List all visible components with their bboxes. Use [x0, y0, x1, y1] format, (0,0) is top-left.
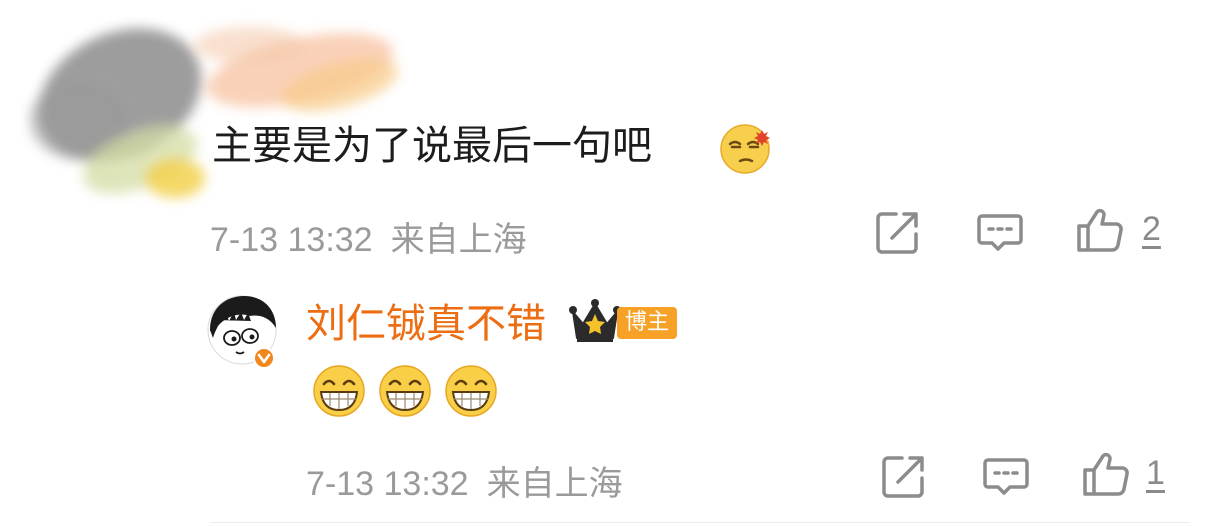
- reply-meta: 7-13 13:32 来自上海: [306, 456, 623, 505]
- censored-avatar-scribble: [30, 27, 399, 198]
- grin-emoji: [313, 365, 365, 417]
- share-button[interactable]: [874, 208, 922, 256]
- comment-timestamp: 7-13 13:32: [210, 221, 373, 259]
- grin-emoji: [445, 365, 497, 417]
- crown-icon: [569, 299, 621, 342]
- like-button[interactable]: [1076, 206, 1124, 254]
- thumbs-up-icon: [1083, 452, 1129, 496]
- reply-share-button[interactable]: [880, 452, 928, 500]
- comment-button[interactable]: [976, 208, 1024, 256]
- share-icon: [882, 456, 924, 498]
- reply-comment-button[interactable]: [982, 452, 1030, 500]
- author-badge: 博主: [617, 307, 678, 339]
- comment-icon: [977, 214, 1023, 251]
- like-count[interactable]: 2: [1142, 210, 1161, 249]
- reply-username[interactable]: 刘仁铖真不错: [306, 296, 546, 352]
- reply-location: 来自上海: [486, 465, 623, 503]
- reply-like-button[interactable]: [1082, 450, 1130, 498]
- grin-emoji: [379, 365, 431, 417]
- share-icon: [876, 212, 918, 254]
- comment-meta: 7-13 13:32 来自上海: [210, 212, 527, 261]
- reply-timestamp: 7-13 13:32: [306, 465, 469, 503]
- comment-icon: [983, 458, 1029, 495]
- divider: [210, 522, 1190, 523]
- avatar[interactable]: [206, 294, 282, 370]
- thumbs-up-icon: [1077, 208, 1123, 252]
- comment-location: 来自上海: [390, 221, 527, 259]
- comment-text: 主要是为了说最后一句吧: [212, 123, 652, 169]
- reply-like-count[interactable]: 1: [1146, 454, 1165, 493]
- dizzy-face-emoji: [720, 124, 770, 174]
